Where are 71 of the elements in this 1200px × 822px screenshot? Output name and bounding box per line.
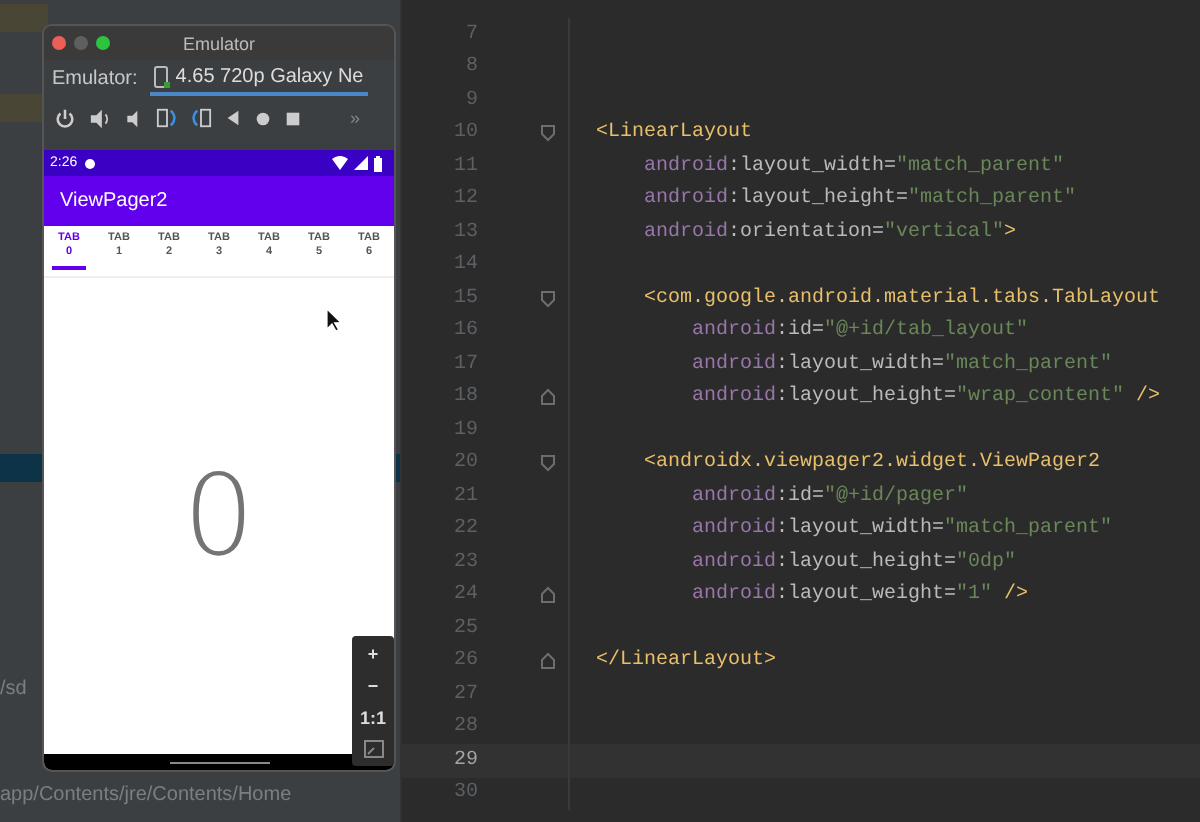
line-number: 19 (451, 419, 478, 442)
code-line: android:layout_height="match_parent" (642, 188, 1077, 211)
rotate-right-icon[interactable] (190, 106, 212, 130)
line-number: 8 (463, 56, 478, 79)
zoom-button[interactable]: 1:1 (359, 708, 386, 728)
line-number: 18 (451, 386, 478, 409)
line-number: 22 (451, 518, 478, 541)
line-number: 24 (451, 584, 478, 607)
code-line: android:layout_width="match_parent" (690, 518, 1113, 541)
code-line: <LinearLayout (596, 122, 753, 145)
code-line: android:layout_width="match_parent" (642, 155, 1065, 178)
zoom-button[interactable]: − (367, 676, 379, 696)
code-line: <androidx.viewpager2.widget.ViewPager2 (642, 452, 1101, 475)
line-number: 10 (451, 122, 478, 145)
line-number: 16 (451, 320, 478, 343)
close-button[interactable] (52, 36, 66, 50)
battery-icon (374, 155, 382, 171)
line-number: 26 (451, 650, 478, 673)
line-number: 23 (451, 551, 478, 574)
highlight-band (0, 4, 48, 32)
line-number: 20 (451, 452, 478, 475)
line-number: 11 (451, 155, 478, 178)
fold-icon[interactable] (539, 124, 555, 143)
code-line: android:layout_height="0dp" (690, 551, 1017, 574)
line-number: 9 (463, 89, 478, 112)
window-title: Emulator (182, 33, 255, 53)
phone-icon (153, 65, 170, 89)
code-line: </LinearLayout> (596, 650, 777, 673)
device-tab[interactable]: 4.65 720p Galaxy Ne (149, 63, 368, 95)
line-number: 29 (451, 749, 478, 772)
code-line: android:id="@+id/tab_layout" (690, 320, 1029, 343)
home-icon[interactable] (254, 109, 272, 127)
line-number: 12 (451, 188, 478, 211)
code-line: android:layout_weight="1" /> (690, 584, 1029, 607)
rotate-left-icon[interactable] (156, 106, 178, 130)
signal-icon (354, 156, 368, 170)
line-number: 7 (463, 23, 478, 46)
line-number: 13 (451, 221, 478, 244)
line-number: 30 (451, 782, 478, 805)
power-icon[interactable] (54, 107, 76, 129)
mouse-cursor-icon (326, 308, 342, 332)
emulator-label: Emulator: (52, 68, 138, 90)
code-line: android:layout_height="wrap_content" /> (690, 386, 1161, 409)
fold-icon[interactable] (539, 388, 555, 407)
page-number-text: 0 (183, 451, 255, 581)
line-number: 28 (451, 716, 478, 739)
app-title: ViewPager2 (60, 190, 168, 212)
line-number: 17 (451, 353, 478, 376)
line-number: 21 (451, 485, 478, 508)
path-text: app/Contents/jre/Contents/Home (0, 784, 292, 806)
code-line: android:layout_width="match_parent" (690, 353, 1113, 376)
notification-icon (83, 157, 96, 169)
zoom-button[interactable]: + (367, 644, 379, 664)
fold-icon[interactable] (539, 586, 555, 605)
line-number: 25 (451, 617, 478, 640)
fold-icon[interactable] (539, 652, 555, 671)
back-icon[interactable] (224, 108, 242, 128)
overview-icon[interactable] (284, 109, 302, 127)
line-number: 14 (451, 254, 478, 277)
path-text: /sd (0, 678, 27, 700)
resize-icon[interactable] (363, 740, 383, 758)
volume-up-icon[interactable] (88, 107, 112, 129)
fold-icon[interactable] (539, 454, 555, 473)
code-line: <com.google.android.material.tabs.TabLayout (642, 287, 1161, 310)
code-line: android:orientation="vertical"> (642, 221, 1017, 244)
fold-icon[interactable] (539, 289, 555, 308)
maximize-button[interactable] (96, 36, 110, 50)
line-number: 15 (451, 287, 478, 310)
line-number: 27 (451, 683, 478, 706)
wifi-icon (332, 156, 348, 170)
code-line: android:id="@+id/pager" (690, 485, 969, 508)
